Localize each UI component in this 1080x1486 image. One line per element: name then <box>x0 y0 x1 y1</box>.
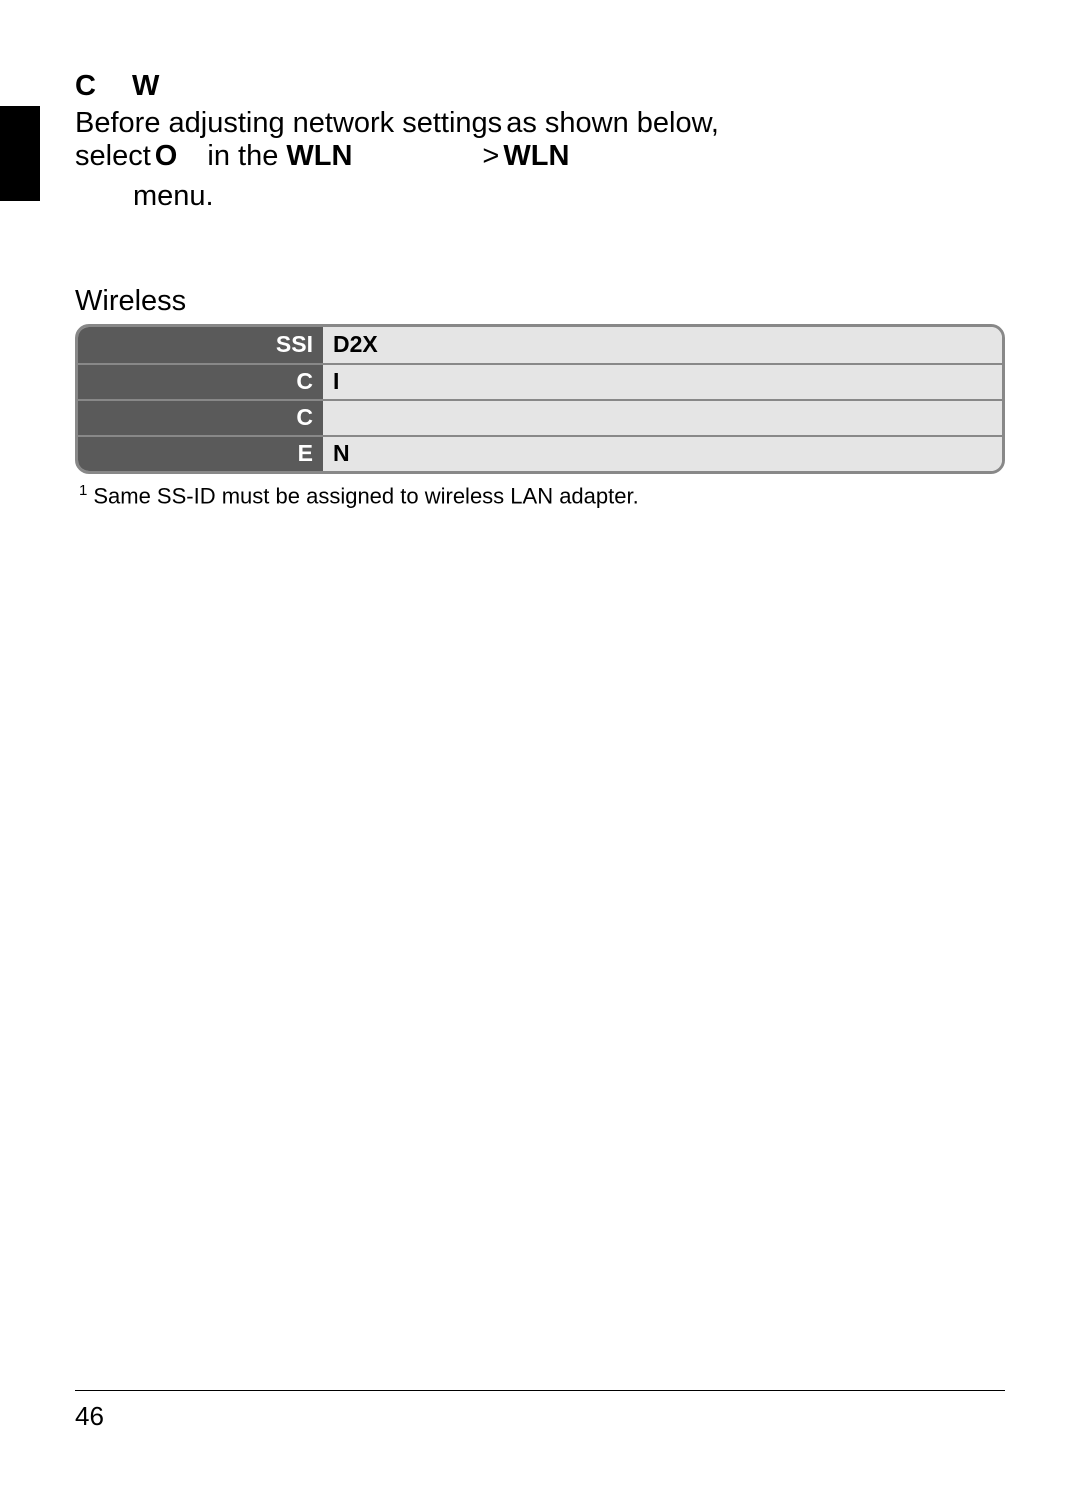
intro-part3: select <box>75 140 151 172</box>
table-label-cell: C <box>78 363 323 399</box>
table-value-cell: I <box>323 363 1002 399</box>
table-row: E N <box>78 435 1002 471</box>
table-row: C <box>78 399 1002 435</box>
footer-rule <box>75 1390 1005 1391</box>
intro-part2: as shown below, <box>506 107 719 139</box>
page-content: CW Before adjusting network settingsas s… <box>0 0 1080 509</box>
table-value-cell <box>323 399 1002 435</box>
intro-part1: Before adjusting network settings <box>75 107 502 139</box>
intro-opt: O <box>155 140 178 172</box>
table-value-cell: D2X <box>323 327 1002 363</box>
footnote-sup: 1 <box>79 482 87 499</box>
table-row: C I <box>78 363 1002 399</box>
page-footer: 46 <box>75 1390 1005 1432</box>
table-label-cell: SSI <box>78 327 323 363</box>
menu-line: menu. <box>133 180 1005 213</box>
table-label-cell: C <box>78 399 323 435</box>
footnote-text: Same SS-ID must be assigned to wireless … <box>93 483 638 508</box>
footnote: 1 Same SS-ID must be assigned to wireless… <box>75 482 1005 509</box>
page-number: 46 <box>75 1401 1005 1432</box>
heading-w: W <box>132 70 159 102</box>
section-heading: CW <box>75 70 1005 103</box>
table-label-cell: E <box>78 435 323 471</box>
intro-wln2: WLN <box>503 140 569 172</box>
table-value-cell: N <box>323 435 1002 471</box>
intro-paragraph: Before adjusting network settingsas show… <box>75 107 1005 174</box>
intro-gt: > <box>482 140 499 172</box>
intro-part4: in the <box>199 140 286 172</box>
heading-c: C <box>75 70 96 102</box>
intro-wln1: WLN <box>286 140 352 172</box>
wireless-settings-table: SSI D2X C I C E N <box>75 324 1005 474</box>
wireless-label: Wireless <box>75 285 1005 318</box>
table-row: SSI D2X <box>78 327 1002 363</box>
